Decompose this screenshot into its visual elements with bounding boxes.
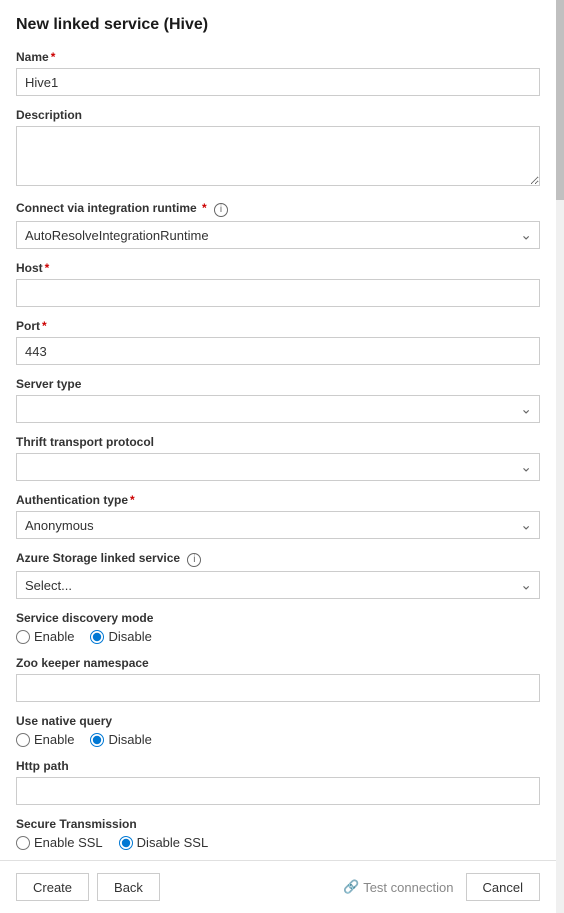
native-query-label: Use native query [16,714,540,728]
authentication-type-label: Authentication type* [16,493,540,507]
secure-transmission-group: Secure Transmission Enable SSL Disable S… [16,817,540,850]
service-discovery-group: Service discovery mode Enable Disable [16,611,540,644]
zoo-keeper-input[interactable] [16,674,540,702]
azure-storage-select-wrapper: Select... [16,571,540,599]
authentication-type-group: Authentication type* Anonymous [16,493,540,539]
integration-runtime-select[interactable]: AutoResolveIntegrationRuntime [16,221,540,249]
native-query-enable-radio[interactable] [16,733,30,747]
enable-ssl-radio[interactable] [16,836,30,850]
integration-runtime-select-wrapper: AutoResolveIntegrationRuntime [16,221,540,249]
host-input[interactable] [16,279,540,307]
back-button[interactable]: Back [97,873,160,901]
authentication-type-select-wrapper: Anonymous [16,511,540,539]
host-group: Host* [16,261,540,307]
native-query-disable-radio[interactable] [90,733,104,747]
host-label: Host* [16,261,540,275]
http-path-group: Http path [16,759,540,805]
secure-transmission-radio-group: Enable SSL Disable SSL [16,835,540,850]
port-group: Port* [16,319,540,365]
enable-ssl-option[interactable]: Enable SSL [16,835,103,850]
scrollbar-track[interactable] [556,0,564,913]
http-path-label: Http path [16,759,540,773]
test-connection-button[interactable]: 🔗 Test connection [343,879,454,895]
native-query-enable-option[interactable]: Enable [16,732,74,747]
port-label: Port* [16,319,540,333]
thrift-transport-label: Thrift transport protocol [16,435,540,449]
service-discovery-disable-option[interactable]: Disable [90,629,151,644]
service-discovery-label: Service discovery mode [16,611,540,625]
name-label: Name* [16,50,540,64]
secure-transmission-label: Secure Transmission [16,817,540,831]
test-connection-icon: 🔗 [343,879,359,895]
integration-runtime-info-icon[interactable]: i [214,203,228,217]
integration-runtime-group: Connect via integration runtime * i Auto… [16,201,540,249]
azure-storage-group: Azure Storage linked service i Select... [16,551,540,599]
description-input[interactable] [16,126,540,186]
disable-ssl-option[interactable]: Disable SSL [119,835,209,850]
service-discovery-enable-option[interactable]: Enable [16,629,74,644]
port-input[interactable] [16,337,540,365]
thrift-transport-select-wrapper [16,453,540,481]
azure-storage-select[interactable]: Select... [16,571,540,599]
disable-ssl-radio[interactable] [119,836,133,850]
zoo-keeper-group: Zoo keeper namespace [16,656,540,702]
server-type-select[interactable] [16,395,540,423]
zoo-keeper-label: Zoo keeper namespace [16,656,540,670]
server-type-group: Server type [16,377,540,423]
description-group: Description [16,108,540,189]
server-type-select-wrapper [16,395,540,423]
name-group: Name* [16,50,540,96]
cancel-button[interactable]: Cancel [466,873,540,901]
service-discovery-disable-radio[interactable] [90,630,104,644]
http-path-input[interactable] [16,777,540,805]
scrollbar-thumb[interactable] [556,0,564,200]
name-input[interactable] [16,68,540,96]
service-discovery-radio-group: Enable Disable [16,629,540,644]
service-discovery-enable-radio[interactable] [16,630,30,644]
server-type-label: Server type [16,377,540,391]
native-query-radio-group: Enable Disable [16,732,540,747]
description-label: Description [16,108,540,122]
azure-storage-info-icon[interactable]: i [187,553,201,567]
integration-runtime-label: Connect via integration runtime * i [16,201,540,217]
page-title: New linked service (Hive) [16,16,540,34]
authentication-type-select[interactable]: Anonymous [16,511,540,539]
azure-storage-label: Azure Storage linked service i [16,551,540,567]
native-query-group: Use native query Enable Disable [16,714,540,747]
thrift-transport-group: Thrift transport protocol [16,435,540,481]
footer: Create Back 🔗 Test connection Cancel [0,860,556,913]
create-button[interactable]: Create [16,873,89,901]
thrift-transport-select[interactable] [16,453,540,481]
native-query-disable-option[interactable]: Disable [90,732,151,747]
